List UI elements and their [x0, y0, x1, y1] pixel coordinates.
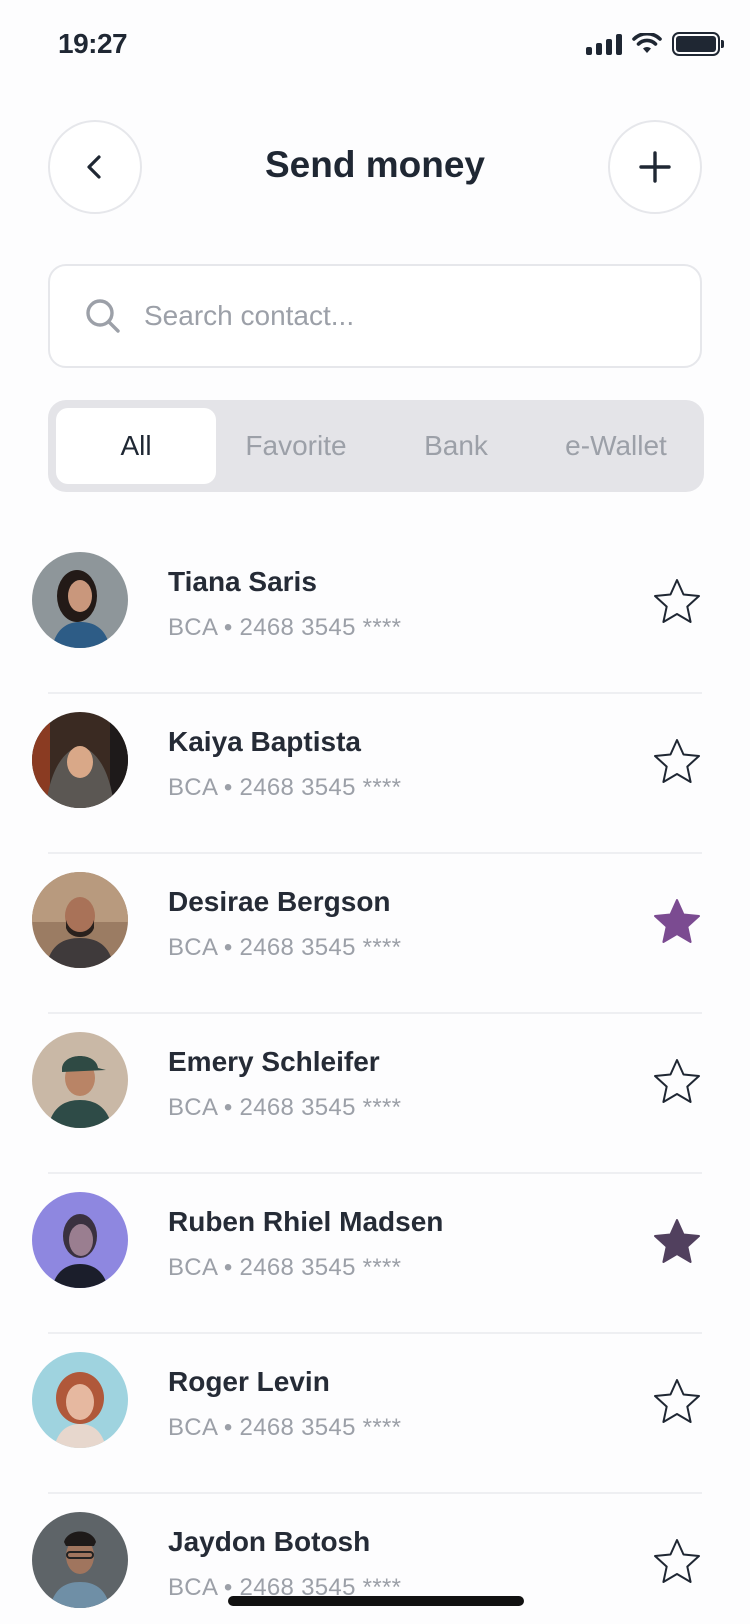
wifi-icon [632, 33, 662, 53]
contact-account: BCA • 2468 3545 **** [168, 774, 402, 801]
contact-item[interactable]: Emery Schleifer BCA • 2468 3545 **** [0, 1014, 750, 1174]
home-indicator [228, 1596, 524, 1606]
avatar [32, 1192, 128, 1288]
contact-item[interactable]: Ruben Rhiel Madsen BCA • 2468 3545 **** [0, 1174, 750, 1334]
star-filled-icon[interactable] [651, 896, 703, 948]
search-icon [86, 299, 120, 333]
contact-item[interactable]: Roger Levin BCA • 2468 3545 **** [0, 1334, 750, 1494]
contact-account: BCA • 2468 3545 **** [168, 1254, 402, 1281]
tab-favorite[interactable]: Favorite [216, 408, 376, 484]
tab-all[interactable]: All [56, 408, 216, 484]
contact-item[interactable]: Kaiya Baptista BCA • 2468 3545 **** [0, 694, 750, 854]
contact-item[interactable]: Tiana Saris BCA • 2468 3545 **** [0, 534, 750, 694]
avatar [32, 872, 128, 968]
contact-name: Desirae Bergson [168, 886, 391, 917]
star-outline-icon[interactable] [651, 1376, 703, 1428]
star-filled-icon[interactable] [651, 1216, 703, 1268]
contact-name: Roger Levin [168, 1366, 330, 1397]
status-icons [586, 32, 724, 56]
star-outline-icon[interactable] [651, 1056, 703, 1108]
battery-icon [672, 32, 724, 56]
send-money-screen: 19:27 Send money Search contact... All F… [0, 0, 750, 1624]
tab-e-wallet[interactable]: e-Wallet [536, 408, 696, 484]
contact-name: Emery Schleifer [168, 1046, 380, 1077]
star-outline-icon[interactable] [651, 736, 703, 788]
contact-account: BCA • 2468 3545 **** [168, 614, 402, 641]
search-box[interactable] [48, 264, 702, 368]
avatar [32, 712, 128, 808]
avatar [32, 1512, 128, 1608]
plus-icon [639, 151, 671, 183]
contact-name: Ruben Rhiel Madsen [168, 1206, 444, 1237]
contact-list: Tiana Saris BCA • 2468 3545 **** Kaiya B… [0, 534, 750, 1624]
contact-account: BCA • 2468 3545 **** [168, 934, 402, 961]
contact-account: BCA • 2468 3545 **** [168, 1414, 402, 1441]
status-time: 19:27 [58, 28, 128, 59]
contact-name: Tiana Saris [168, 566, 317, 597]
contact-account: BCA • 2468 3545 **** [168, 1094, 402, 1121]
add-contact-button[interactable] [608, 120, 702, 214]
star-outline-icon[interactable] [651, 576, 703, 628]
contact-item[interactable]: Desirae Bergson BCA • 2468 3545 **** [0, 854, 750, 1014]
avatar [32, 552, 128, 648]
avatar [32, 1352, 128, 1448]
avatar [32, 1032, 128, 1128]
tab-bank[interactable]: Bank [376, 408, 536, 484]
contact-name: Kaiya Baptista [168, 726, 361, 757]
search-input[interactable] [144, 300, 664, 332]
cellular-signal-icon [586, 33, 622, 55]
filter-tabs: All Favorite Bank e-Wallet [48, 400, 704, 492]
star-outline-icon[interactable] [651, 1536, 703, 1588]
contact-name: Jaydon Botosh [168, 1526, 371, 1557]
status-bar: 19:27 [0, 0, 750, 100]
